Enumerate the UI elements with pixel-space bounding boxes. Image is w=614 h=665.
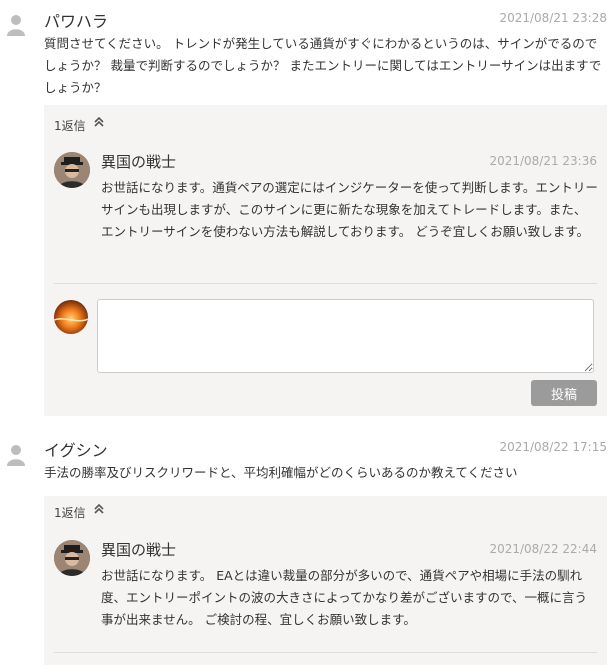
double-chevron-up-icon[interactable] — [94, 503, 104, 517]
reply-author[interactable]: 異国の戦士 — [101, 539, 176, 560]
comment-author[interactable]: パワハラ — [44, 8, 108, 32]
reply-count-toggle[interactable]: 1返信 — [54, 504, 86, 521]
comment-text: 手法の勝率及びリスクリワードと、平均利確幅がどのくらいあるのか教えてください — [44, 465, 518, 480]
double-chevron-up-icon[interactable] — [94, 116, 104, 130]
comment-item: イグシン 2021/08/22 17:15 手法の勝率及びリスクリワードと、平均… — [0, 430, 614, 665]
reply-count-toggle[interactable]: 1返信 — [54, 117, 86, 134]
divider — [54, 283, 597, 284]
user-silhouette-icon — [6, 13, 26, 37]
avatar[interactable] — [54, 540, 90, 576]
avatar[interactable] — [54, 152, 90, 188]
reply-textarea[interactable] — [97, 299, 594, 373]
replies-panel: 1返信 異国の戦士 2021/08/22 22:44 お世話になります。 EAと… — [44, 496, 607, 665]
reply-author[interactable]: 異国の戦士 — [101, 151, 176, 172]
reply-text: お世話になります。通貨ペアの選定にはインジケーターを使って判断します。エントリー… — [101, 180, 598, 239]
post-button[interactable]: 投稿 — [531, 380, 597, 406]
user-silhouette-icon — [6, 443, 26, 467]
avatar — [54, 300, 88, 334]
divider — [54, 652, 597, 653]
comment-item: パワハラ 2021/08/21 23:28 質問させてください。 トレンドが発生… — [0, 0, 614, 420]
comment-text: 質問させてください。 トレンドが発生している通貨がすぐにわかるというのは、サイン… — [44, 36, 602, 95]
reply-text: お世話になります。 EAとは違い裁量の部分が多いので、通貨ペアや相場に手法の馴れ… — [101, 568, 588, 627]
comment-date: 2021/08/22 17:15 — [499, 440, 607, 454]
comment-author[interactable]: イグシン — [44, 437, 108, 461]
reply-date: 2021/08/21 23:36 — [489, 154, 597, 168]
reply-date: 2021/08/22 22:44 — [489, 542, 597, 556]
comment-date: 2021/08/21 23:28 — [499, 11, 607, 25]
replies-panel: 1返信 異国の戦士 2021/08/21 23:36 お世話になります。通貨ペア… — [44, 105, 607, 416]
